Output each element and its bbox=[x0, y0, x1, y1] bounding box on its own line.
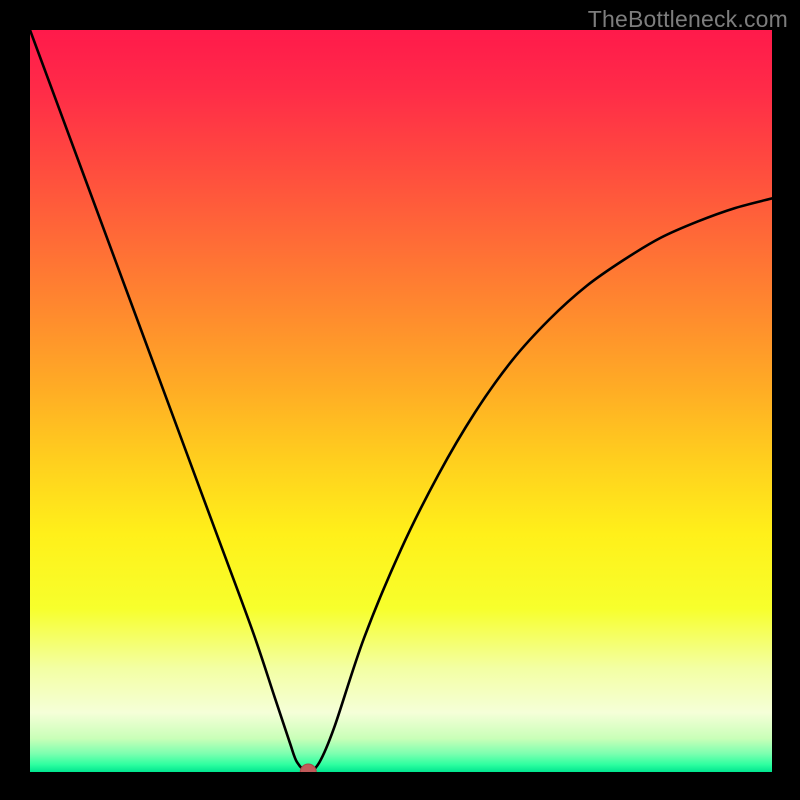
chart-frame: TheBottleneck.com bbox=[0, 0, 800, 800]
watermark-text: TheBottleneck.com bbox=[588, 6, 788, 33]
curve-layer bbox=[30, 30, 772, 772]
minimum-marker bbox=[300, 764, 316, 772]
bottleneck-curve bbox=[30, 30, 772, 772]
plot-area bbox=[30, 30, 772, 772]
